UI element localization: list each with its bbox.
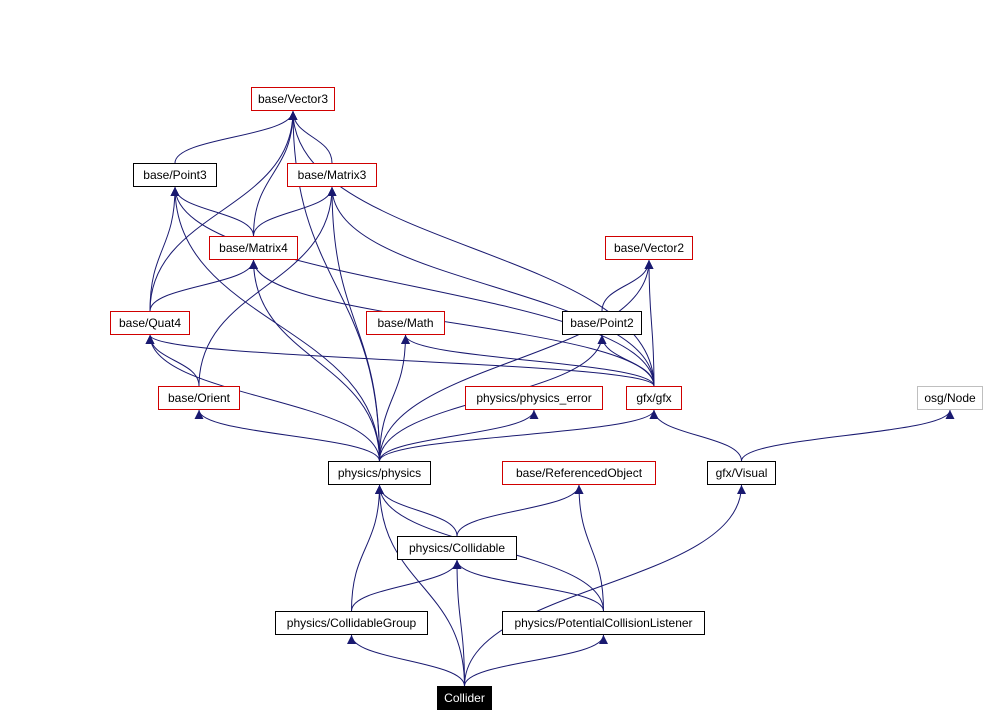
- node-matrix4[interactable]: base/Matrix4: [209, 236, 298, 260]
- node-point2[interactable]: base/Point2: [562, 311, 642, 335]
- edge-point3-to-vector3: [174, 110, 298, 164]
- edge-orient-to-quat4: [145, 334, 200, 387]
- edge-pcl-to-collidable: [452, 559, 604, 612]
- dependency-graph: base/Vector3 base/Point3 base/Matrix3 base/…: [0, 0, 990, 726]
- edge-collider-to-visual: [464, 484, 746, 687]
- node-quat4[interactable]: base/Quat4: [110, 311, 190, 335]
- node-physics[interactable]: physics/physics: [328, 461, 431, 485]
- edge-quat4-to-point3: [149, 186, 180, 312]
- edge-colgroup-to-collidable: [351, 559, 462, 612]
- edge-colgroup-to-physics: [351, 484, 384, 612]
- edge-physics-to-physics_error: [379, 409, 539, 462]
- edge-gfx-to-quat4: [145, 334, 655, 387]
- node-vector3[interactable]: base/Vector3: [251, 87, 335, 111]
- node-collider[interactable]: Collider: [437, 686, 492, 710]
- edge-pcl-to-refobj: [574, 484, 604, 612]
- edge-collidable-to-refobj: [456, 484, 584, 537]
- edge-physics-to-gfx: [379, 409, 659, 462]
- node-pcl[interactable]: physics/PotentialCollisionListener: [502, 611, 705, 635]
- edge-matrix4-to-matrix3: [253, 186, 337, 237]
- node-orient[interactable]: base/Orient: [158, 386, 240, 410]
- node-colgroup[interactable]: physics/CollidableGroup: [275, 611, 428, 635]
- edge-physics-to-matrix4: [249, 259, 380, 462]
- node-gfx[interactable]: gfx/gfx: [626, 386, 682, 410]
- node-physics-error[interactable]: physics/physics_error: [465, 386, 603, 410]
- node-vector2[interactable]: base/Vector2: [605, 236, 693, 260]
- edge-collider-to-colgroup: [347, 634, 465, 687]
- edge-physics-to-orient: [194, 409, 380, 462]
- node-collidable[interactable]: physics/Collidable: [397, 536, 517, 560]
- edge-physics-to-vector2: [379, 259, 654, 462]
- edge-visual-to-osgnode: [741, 409, 955, 462]
- edge-layer: [145, 110, 955, 687]
- node-math[interactable]: base/Math: [366, 311, 445, 335]
- node-refobj[interactable]: base/ReferencedObject: [502, 461, 656, 485]
- edge-collidable-to-physics: [375, 484, 458, 537]
- edge-visual-to-gfx: [649, 409, 742, 462]
- edge-collider-to-physics: [375, 484, 465, 687]
- edge-quat4-to-matrix4: [149, 259, 258, 312]
- node-osgnode[interactable]: osg/Node: [917, 386, 983, 410]
- edge-gfx-to-point3: [170, 186, 655, 387]
- node-matrix3[interactable]: base/Matrix3: [287, 163, 377, 187]
- node-visual[interactable]: gfx/Visual: [707, 461, 776, 485]
- node-point3[interactable]: base/Point3: [133, 163, 217, 187]
- edge-matrix3-to-vector3: [288, 110, 333, 164]
